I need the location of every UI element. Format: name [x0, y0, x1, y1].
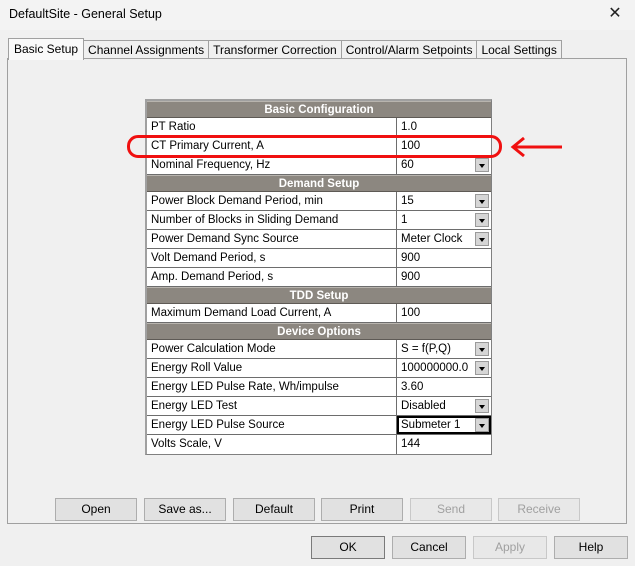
setting-value: 100000000.0 [401, 362, 469, 374]
tab-control-alarm-setpoints[interactable]: Control/Alarm Setpoints [341, 40, 478, 60]
setting-value: 900 [401, 271, 421, 283]
print-button[interactable]: Print [321, 498, 403, 521]
setting-dropdown[interactable]: S = f(P,Q) [397, 340, 491, 358]
setting-row: Energy LED Test Disabled [147, 397, 491, 416]
setting-input[interactable]: 1.0 [397, 118, 491, 136]
setting-row: PT Ratio 1.0 [147, 118, 491, 137]
apply-button[interactable]: Apply [473, 536, 547, 559]
setting-value: Submeter 1 [401, 419, 461, 431]
setting-label: Volts Scale, V [147, 435, 397, 454]
section-header: Demand Setup [147, 175, 491, 192]
setting-value: Disabled [401, 400, 446, 412]
setting-row: Energy LED Pulse Rate, Wh/impulse 3.60 [147, 378, 491, 397]
section-header: Basic Configuration [147, 101, 491, 118]
setting-label: Maximum Demand Load Current, A [147, 304, 397, 322]
tab-strip: Basic Setup Channel Assignments Transfor… [8, 38, 562, 60]
dropdown-arrow-icon[interactable] [475, 342, 489, 356]
setting-row: Volts Scale, V 144 [147, 435, 491, 454]
setting-dropdown[interactable]: 1 [397, 211, 491, 229]
dropdown-arrow-icon[interactable] [475, 158, 489, 172]
save-as-button[interactable]: Save as... [144, 498, 226, 521]
setting-row: Maximum Demand Load Current, A 100 [147, 304, 491, 323]
setting-input[interactable]: 100 [397, 137, 491, 155]
setting-row: CT Primary Current, A 100 [147, 137, 491, 156]
setting-dropdown[interactable]: 60 [397, 156, 491, 174]
title-bar: DefaultSite - General Setup ✕ [0, 0, 635, 30]
setting-row: Power Block Demand Period, min 15 [147, 192, 491, 211]
setting-value: 1 [401, 214, 408, 226]
setting-label: Amp. Demand Period, s [147, 268, 397, 286]
setting-dropdown[interactable]: 15 [397, 192, 491, 210]
setting-value: 15 [401, 195, 414, 207]
setting-input[interactable]: 3.60 [397, 378, 491, 396]
setting-label: Energy Roll Value [147, 359, 397, 377]
dropdown-arrow-icon[interactable] [475, 194, 489, 208]
cancel-button[interactable]: Cancel [392, 536, 466, 559]
basic-setup-panel: Basic Configuration PT Ratio 1.0 CT Primary… [7, 58, 627, 524]
setting-label: PT Ratio [147, 118, 397, 136]
setting-label: Power Demand Sync Source [147, 230, 397, 248]
setting-value: 100 [401, 307, 421, 319]
setting-input[interactable]: 144 [397, 435, 491, 454]
dropdown-arrow-icon[interactable] [475, 418, 489, 432]
setting-dropdown[interactable]: 100000000.0 [397, 359, 491, 377]
setting-label: Volt Demand Period, s [147, 249, 397, 267]
dropdown-arrow-icon[interactable] [475, 213, 489, 227]
setting-dropdown[interactable]: Submeter 1 [397, 416, 491, 434]
setting-value: 1.0 [401, 121, 417, 133]
setting-value: S = f(P,Q) [401, 343, 451, 355]
setting-label: Power Block Demand Period, min [147, 192, 397, 210]
setting-dropdown[interactable]: Meter Clock [397, 230, 491, 248]
setting-input[interactable]: 100 [397, 304, 491, 322]
receive-button[interactable]: Receive [498, 498, 580, 521]
setting-label: Nominal Frequency, Hz [147, 156, 397, 174]
send-button[interactable]: Send [410, 498, 492, 521]
setting-label: CT Primary Current, A [147, 137, 397, 155]
setting-row: Volt Demand Period, s 900 [147, 249, 491, 268]
default-button[interactable]: Default [233, 498, 315, 521]
setting-row: Amp. Demand Period, s 900 [147, 268, 491, 287]
setting-row: Power Calculation Mode S = f(P,Q) [147, 340, 491, 359]
setting-value: Meter Clock [401, 233, 463, 245]
window-title: DefaultSite - General Setup [9, 7, 162, 21]
setting-input[interactable]: 900 [397, 249, 491, 267]
tab-transformer-correction[interactable]: Transformer Correction [209, 40, 342, 60]
close-icon[interactable]: ✕ [605, 4, 625, 24]
dropdown-arrow-icon[interactable] [475, 399, 489, 413]
dropdown-arrow-icon[interactable] [475, 232, 489, 246]
setting-row: Power Demand Sync Source Meter Clock [147, 230, 491, 249]
setting-value: 3.60 [401, 381, 424, 393]
tab-basic-setup[interactable]: Basic Setup [8, 38, 85, 60]
ok-button[interactable]: OK [311, 536, 385, 559]
setting-label: Power Calculation Mode [147, 340, 397, 358]
setting-row: Energy Roll Value 100000000.0 [147, 359, 491, 378]
setting-row: Energy LED Pulse Source Submeter 1 [147, 416, 491, 435]
settings-grid: Basic Configuration PT Ratio 1.0 CT Primary… [145, 99, 492, 455]
tab-local-settings[interactable]: Local Settings [477, 40, 562, 60]
setting-label: Energy LED Pulse Source [147, 416, 397, 434]
setting-value: 144 [401, 438, 421, 450]
setting-label: Energy LED Test [147, 397, 397, 415]
setting-input[interactable]: 900 [397, 268, 491, 286]
tab-channel-assignments[interactable]: Channel Assignments [84, 40, 210, 60]
setting-value: 900 [401, 252, 421, 264]
setting-value: 100 [401, 140, 421, 152]
setting-row: Number of Blocks in Sliding Demand 1 [147, 211, 491, 230]
setting-label: Number of Blocks in Sliding Demand [147, 211, 397, 229]
dropdown-arrow-icon[interactable] [475, 361, 489, 375]
open-button[interactable]: Open [55, 498, 137, 521]
help-button[interactable]: Help [554, 536, 628, 559]
section-header: Device Options [147, 323, 491, 340]
setting-value: 60 [401, 159, 414, 171]
section-header: TDD Setup [147, 287, 491, 304]
setting-row: Nominal Frequency, Hz 60 [147, 156, 491, 175]
setting-dropdown[interactable]: Disabled [397, 397, 491, 415]
setting-label: Energy LED Pulse Rate, Wh/impulse [147, 378, 397, 396]
